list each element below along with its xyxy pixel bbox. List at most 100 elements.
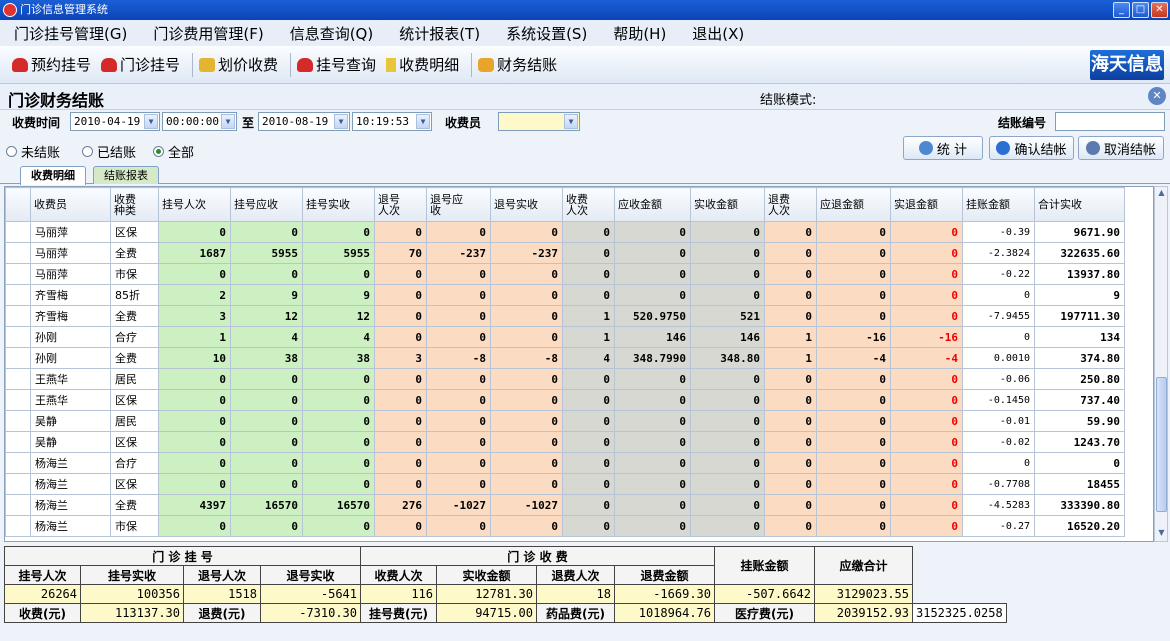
minimize-button[interactable]: _ — [1113, 2, 1130, 18]
column-header[interactable]: 退号 人次 — [374, 187, 427, 222]
toolbar-separator — [471, 52, 473, 77]
table-row[interactable]: 齐雪梅 85折 2 9 9 0 0 0 0 0 0 0 0 0 0 9 — [5, 284, 1125, 306]
scroll-down-icon[interactable]: ▼ — [1156, 528, 1167, 540]
table-row[interactable]: 杨海兰 区保 0 0 0 0 0 0 0 0 0 0 0 0 -0.7708 18455 — [5, 473, 1125, 495]
row-selector[interactable] — [5, 410, 31, 432]
confirm-settle-button[interactable]: 确认结帐 — [989, 136, 1074, 160]
menu-registration[interactable]: 门诊挂号管理(G) — [14, 23, 127, 44]
summary-value: -1669.30 — [614, 584, 715, 604]
menu-reports[interactable]: 统计报表(T) — [399, 23, 480, 44]
column-header[interactable]: 应退金额 — [816, 187, 891, 222]
fee-detail-button[interactable]: 收费明细 — [384, 54, 461, 75]
table-cell: 0 — [562, 410, 615, 432]
close-button[interactable]: ✕ — [1151, 2, 1168, 18]
table-cell: 0 — [614, 221, 691, 243]
chevron-down-icon[interactable]: ▼ — [334, 114, 348, 129]
menu-help[interactable]: 帮助(H) — [613, 23, 666, 44]
row-selector[interactable] — [5, 326, 31, 348]
menu-query[interactable]: 信息查询(Q) — [290, 23, 374, 44]
column-header[interactable]: 收费员 — [30, 187, 111, 222]
column-header[interactable]: 挂账金额 — [962, 187, 1035, 222]
row-selector[interactable] — [5, 347, 31, 369]
row-selector[interactable] — [5, 473, 31, 495]
table-row[interactable]: 杨海兰 市保 0 0 0 0 0 0 0 0 0 0 0 0 -0.27 16520.20 — [5, 515, 1125, 537]
column-header[interactable]: 应收金额 — [614, 187, 691, 222]
table-row[interactable]: 王燕华 区保 0 0 0 0 0 0 0 0 0 0 0 0 -0.1450 737.40 — [5, 389, 1125, 411]
row-selector[interactable] — [5, 368, 31, 390]
tab-fee-detail[interactable]: 收费明细 — [20, 166, 86, 185]
table-cell: 0 — [374, 473, 427, 495]
row-selector[interactable] — [5, 452, 31, 474]
scroll-thumb[interactable] — [1156, 377, 1167, 512]
row-selector[interactable] — [5, 389, 31, 411]
column-header[interactable]: 挂号应收 — [230, 187, 303, 222]
panel-close-icon[interactable]: ✕ — [1148, 87, 1166, 105]
radio-all[interactable]: 全部 — [153, 142, 194, 161]
table-row[interactable]: 吴静 居民 0 0 0 0 0 0 0 0 0 0 0 0 -0.01 59.90 — [5, 410, 1125, 432]
settle-no-input[interactable] — [1055, 112, 1165, 131]
vertical-scrollbar[interactable]: ▲ ▼ — [1154, 186, 1168, 542]
column-header[interactable]: 实退金额 — [890, 187, 963, 222]
table-row[interactable]: 马丽萍 区保 0 0 0 0 0 0 0 0 0 0 0 0 -0.39 9671.90 — [5, 221, 1125, 243]
date-to-picker[interactable]: 2010-08-19 ▼ — [258, 112, 350, 131]
reg-query-button[interactable]: 挂号查询 — [295, 54, 378, 75]
column-header[interactable]: 退费 人次 — [764, 187, 817, 222]
column-header[interactable]: 挂号人次 — [158, 187, 231, 222]
table-cell: 521 — [690, 305, 765, 327]
table-row[interactable]: 孙刚 全费 10 38 38 3 -8 -8 4 348.7990 348.80 1 -4 -4 0.001… — [5, 347, 1125, 369]
column-header[interactable]: 收费 人次 — [562, 187, 615, 222]
chevron-down-icon[interactable]: ▼ — [144, 114, 158, 129]
cancel-settle-button[interactable]: 取消结帐 — [1078, 136, 1164, 160]
table-cell: 0 — [764, 473, 817, 495]
table-row[interactable]: 马丽萍 市保 0 0 0 0 0 0 0 0 0 0 0 0 -0.22 13937.80 — [5, 263, 1125, 285]
menu-exit[interactable]: 退出(X) — [692, 23, 744, 44]
table-cell: 区保 — [110, 221, 159, 243]
row-selector[interactable] — [5, 431, 31, 453]
radio-unsettled[interactable]: 未结账 — [6, 142, 60, 161]
row-selector[interactable] — [5, 515, 31, 537]
column-header[interactable]: 挂号实收 — [302, 187, 375, 222]
row-selector[interactable] — [5, 242, 31, 264]
appointment-button[interactable]: 预约挂号 — [10, 54, 93, 75]
column-header[interactable]: 退号实收 — [490, 187, 563, 222]
radio-settled[interactable]: 已结账 — [82, 142, 136, 161]
stat-button[interactable]: 统 计 — [903, 136, 983, 160]
maximize-button[interactable]: □ — [1132, 2, 1149, 18]
tab-settle-report[interactable]: 结账报表 — [93, 166, 159, 184]
time-from-picker[interactable]: 00:00:00 ▼ — [162, 112, 237, 131]
register-button[interactable]: 门诊挂号 — [99, 54, 182, 75]
table-row[interactable]: 孙刚 合疗 1 4 4 0 0 0 1 146 146 1 -16 -16 0 134 — [5, 326, 1125, 348]
fee-detail-grid: 收费员 收费 种类 挂号人次 挂号应收 挂号实收 退号 人次 退号应 收退号实收 收费 人次应… — [4, 186, 1154, 542]
row-selector[interactable] — [5, 284, 31, 306]
table-row[interactable]: 杨海兰 全费 4397 16570 16570 276 -1027 -1027 0 0 0 0 0 0 -4… — [5, 494, 1125, 516]
column-header[interactable]: 实收金额 — [690, 187, 765, 222]
table-cell: 0 — [158, 410, 231, 432]
chevron-down-icon[interactable]: ▼ — [221, 114, 235, 129]
table-cell: 1243.70 — [1034, 431, 1125, 453]
chevron-down-icon[interactable]: ▼ — [564, 114, 578, 129]
table-cell: 0 — [490, 284, 563, 306]
column-header[interactable]: 退号应 收 — [426, 187, 491, 222]
settlement-button[interactable]: 财务结账 — [476, 54, 559, 75]
column-header[interactable]: 合计实收 — [1034, 187, 1125, 222]
row-selector[interactable] — [5, 221, 31, 243]
row-selector[interactable] — [5, 263, 31, 285]
table-row[interactable]: 吴静 区保 0 0 0 0 0 0 0 0 0 0 0 0 -0.02 1243.70 — [5, 431, 1125, 453]
scroll-up-icon[interactable]: ▲ — [1156, 188, 1167, 200]
table-row[interactable]: 马丽萍 全费 1687 5955 5955 70 -237 -237 0 0 0 0 0 0 -2.3824… — [5, 242, 1125, 264]
menu-fees[interactable]: 门诊费用管理(F) — [153, 23, 263, 44]
pricing-button[interactable]: 划价收费 — [197, 54, 280, 75]
row-selector-header[interactable] — [5, 187, 31, 222]
table-cell: 吴静 — [30, 431, 111, 453]
menu-settings[interactable]: 系统设置(S) — [506, 23, 587, 44]
chevron-down-icon[interactable]: ▼ — [416, 114, 430, 129]
date-from-picker[interactable]: 2010-04-19 ▼ — [70, 112, 160, 131]
table-row[interactable]: 王燕华 居民 0 0 0 0 0 0 0 0 0 0 0 0 -0.06 250.80 — [5, 368, 1125, 390]
table-row[interactable]: 杨海兰 合疗 0 0 0 0 0 0 0 0 0 0 0 0 0 0 — [5, 452, 1125, 474]
row-selector[interactable] — [5, 494, 31, 516]
cashier-select[interactable]: ▼ — [498, 112, 580, 131]
table-row[interactable]: 齐雪梅 全费 3 12 12 0 0 0 1 520.9750 521 0 0 0 -7.9455 19771… — [5, 305, 1125, 327]
column-header[interactable]: 收费 种类 — [110, 187, 159, 222]
time-to-picker[interactable]: 10:19:53 ▼ — [352, 112, 432, 131]
row-selector[interactable] — [5, 305, 31, 327]
